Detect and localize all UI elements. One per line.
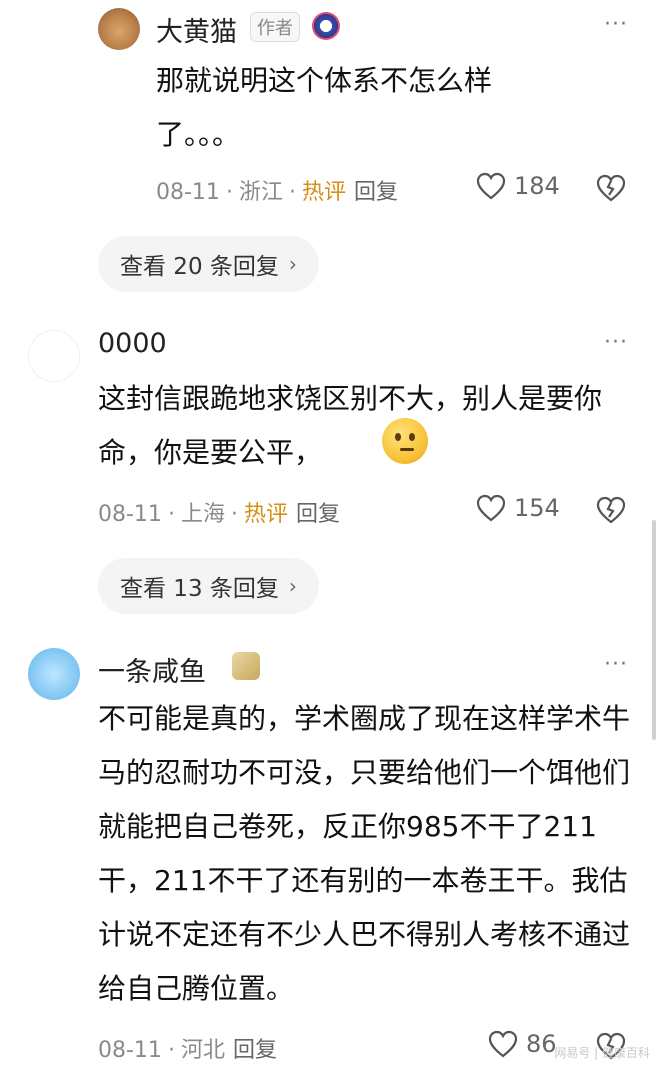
- username[interactable]: 0000: [98, 328, 167, 359]
- username[interactable]: 一条咸鱼: [98, 650, 206, 689]
- reply-button[interactable]: 回复: [354, 180, 398, 205]
- avatar[interactable]: [98, 8, 140, 50]
- comment-meta: 08-11 · 浙江 · 热评 回复: [156, 180, 398, 205]
- comment-text: 不可能是真的，学术圈成了现在这样学术牛马的忍耐功不可没，只要给他们一个饵他们就能…: [98, 692, 638, 1016]
- comment-text: 这封信跟跪地求饶区别不大，别人是要你命，你是要公平，: [98, 372, 638, 480]
- view-replies-label: 查看 13 条回复: [120, 576, 279, 602]
- like-button[interactable]: 184: [476, 172, 560, 200]
- heart-outline-icon: [476, 172, 506, 200]
- reply-button[interactable]: 回复: [233, 1038, 277, 1063]
- date: 08-11: [98, 1038, 162, 1063]
- watermark: 网易号 | 健康百科: [554, 1046, 650, 1060]
- chevron-right-icon: ›: [288, 574, 297, 598]
- author-tag: 作者: [250, 12, 300, 42]
- more-dots-icon[interactable]: ···: [604, 330, 628, 355]
- avatar[interactable]: [28, 330, 80, 382]
- like-count: 184: [514, 172, 560, 200]
- heart-outline-icon: [476, 494, 506, 522]
- like-button[interactable]: 86: [488, 1030, 557, 1058]
- comment-text-content: 不可能是真的，学术圈成了现在这样学术牛马的忍耐功不可没，只要给他们一个饵他们就能…: [98, 702, 631, 1005]
- date: 08-11: [98, 502, 162, 527]
- broken-heart-icon[interactable]: [596, 496, 626, 524]
- hot-label: 热评: [243, 502, 288, 527]
- like-button[interactable]: 154: [476, 494, 560, 522]
- chevron-right-icon: ›: [288, 252, 297, 276]
- level-badge-icon: [312, 12, 340, 40]
- comment-text: 那就说明这个体系不怎么样了。。。: [156, 54, 546, 162]
- view-replies-button[interactable]: 查看 13 条回复 ›: [98, 558, 319, 614]
- date: 08-11: [156, 180, 220, 205]
- broken-heart-icon[interactable]: [596, 174, 626, 202]
- view-replies-button[interactable]: 查看 20 条回复 ›: [98, 236, 319, 292]
- avatar[interactable]: [28, 648, 80, 700]
- like-count: 86: [526, 1030, 557, 1058]
- location: 上海: [180, 502, 225, 527]
- comment-text-content: 这封信跟跪地求饶区别不大，别人是要你命，你是要公平，: [98, 382, 603, 469]
- comment-meta: 08-11 · 上海 · 热评 回复: [98, 502, 340, 527]
- crown-badge-icon: [232, 652, 260, 680]
- hot-label: 热评: [301, 180, 346, 205]
- view-replies-label: 查看 20 条回复: [120, 254, 279, 280]
- reply-button[interactable]: 回复: [296, 502, 340, 527]
- comment-meta: 08-11 · 河北 回复: [98, 1038, 277, 1063]
- location: 河北: [180, 1038, 225, 1063]
- like-count: 154: [514, 494, 560, 522]
- location: 浙江: [238, 180, 283, 205]
- thinking-emoji-icon: [382, 418, 428, 464]
- more-dots-icon[interactable]: ···: [604, 652, 628, 677]
- more-dots-icon[interactable]: ···: [604, 12, 628, 37]
- comment-text-content: 那就说明这个体系不怎么样了。。。: [156, 64, 493, 151]
- heart-outline-icon: [488, 1030, 518, 1058]
- scrollbar[interactable]: [652, 520, 656, 740]
- username[interactable]: 大黄猫: [156, 10, 237, 49]
